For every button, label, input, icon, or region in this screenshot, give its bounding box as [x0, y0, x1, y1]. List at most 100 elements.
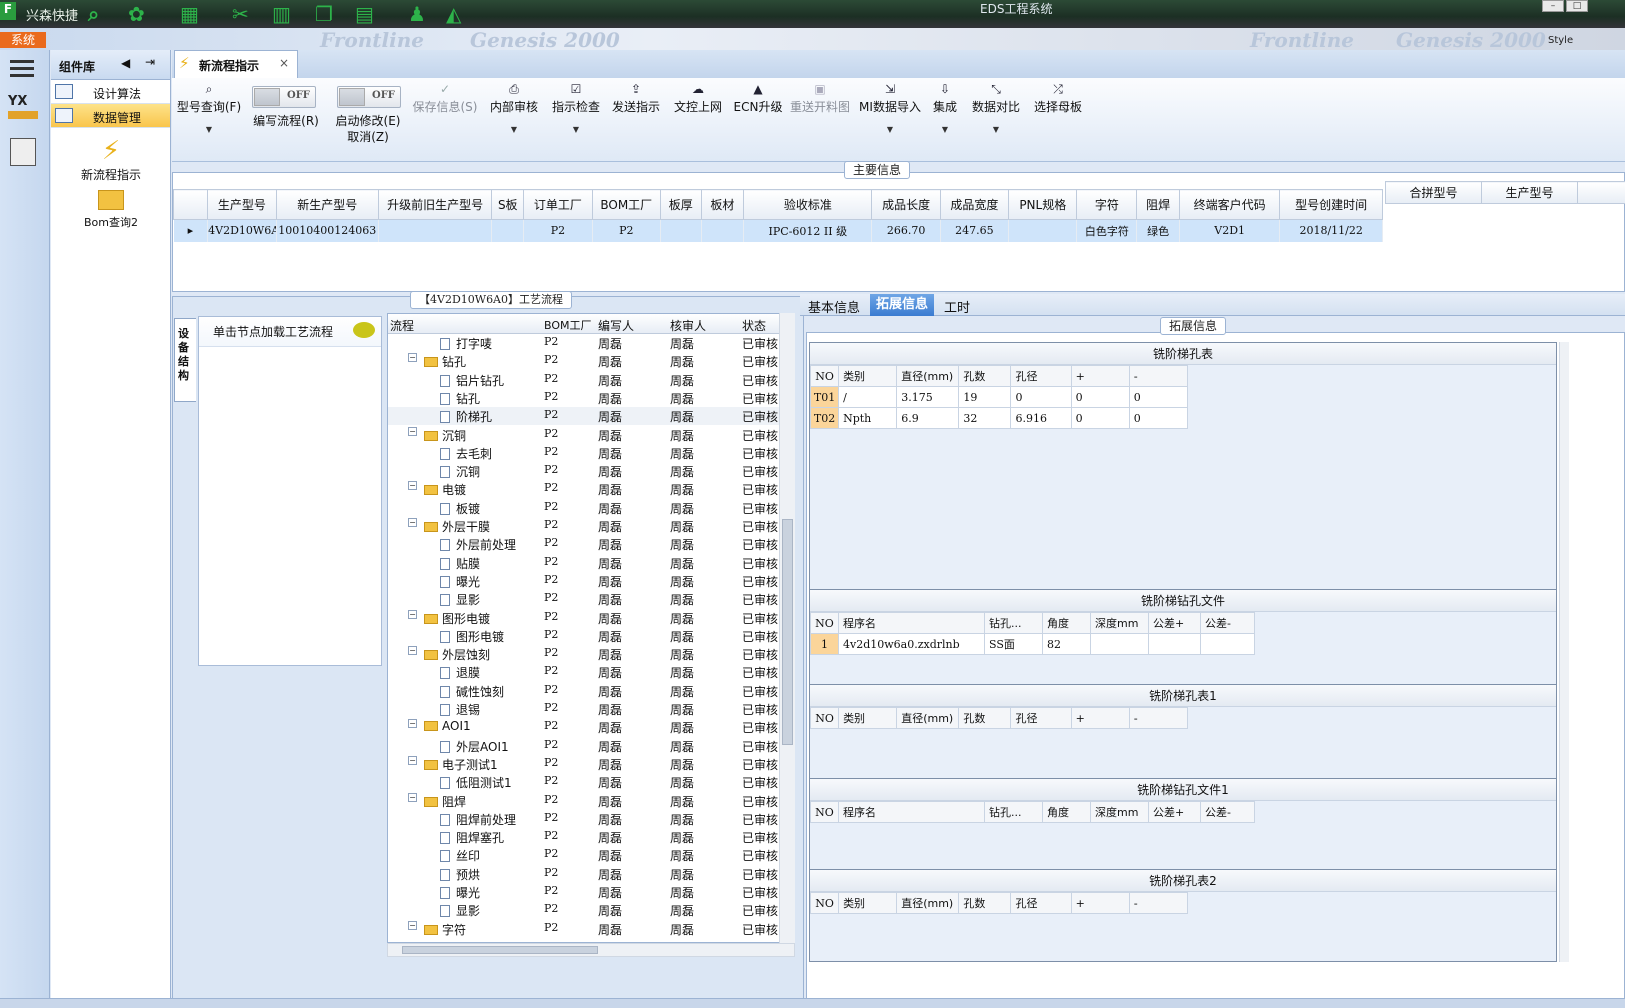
column-header[interactable]: 成品长度	[871, 189, 941, 220]
shortcut-bom-query[interactable]: Bom查询2	[51, 190, 171, 230]
column-header[interactable]: 成品宽度	[939, 189, 1010, 220]
column-header[interactable]: 新生产型号	[275, 189, 380, 220]
column-header[interactable]: 板厚	[659, 189, 702, 220]
column-header[interactable]: 孔径	[1010, 707, 1072, 729]
tree-step-row[interactable]: 丝印 P2 周磊 周磊 已审核	[388, 846, 780, 864]
collapse-icon[interactable]: −	[408, 646, 417, 656]
tree-group-row[interactable]: − 电子测试1 P2 周磊 周磊 已审核	[388, 755, 780, 773]
column-header[interactable]: 深度mm	[1090, 801, 1149, 823]
tree-group-row[interactable]: − 外层干膜 P2 周磊 周磊 已审核	[388, 517, 780, 535]
gear-icon[interactable]: ✿	[128, 2, 145, 26]
column-header[interactable]: 升级前旧生产型号	[378, 189, 493, 220]
column-header[interactable]: 生产型号	[207, 189, 277, 220]
hamburger-menu-icon[interactable]	[10, 56, 34, 81]
column-header[interactable]: -	[1128, 892, 1189, 914]
collapse-icon[interactable]: −	[408, 481, 417, 491]
tree-step-row[interactable]: 阶梯孔 P2 周磊 周磊 已审核	[388, 407, 780, 426]
column-header[interactable]: 孔数	[958, 365, 1012, 387]
column-header[interactable]: PNL规格	[1008, 189, 1078, 220]
tree-group-row[interactable]: − AOI1 P2 周磊 周磊 已审核	[388, 718, 780, 736]
write-flow-toggle[interactable]: OFF	[252, 86, 316, 108]
vertical-scrollbar[interactable]	[779, 313, 795, 943]
column-header[interactable]: 型号创建时间	[1279, 189, 1383, 220]
collapse-left-icon[interactable]: ◀	[121, 56, 130, 70]
component-item-data-mgmt[interactable]: 数据管理	[51, 104, 170, 128]
step-drill-grid-1[interactable]: NO 程序名 钻孔... 角度 深度mm 公差+ 公差-	[810, 801, 1255, 823]
component-item-design-algo[interactable]: 设计算法	[51, 80, 170, 104]
tree-step-row[interactable]: 板镀 P2 周磊 周磊 已审核	[388, 499, 780, 517]
tree-step-row[interactable]: 沉铜 P2 周磊 周磊 已审核	[388, 462, 780, 480]
tree-step-row[interactable]: 阻焊前处理 P2 周磊 周磊 已审核	[388, 810, 780, 828]
tree-group-row[interactable]: − 电镀 P2 周磊 周磊 已审核	[388, 480, 780, 498]
column-header[interactable]: 孔径	[1010, 892, 1072, 914]
horizontal-scrollbar[interactable]	[387, 943, 795, 957]
tree-step-row[interactable]: 打字唛 P2 周磊 周磊 已审核	[388, 334, 780, 352]
tree-step-row[interactable]: 钻孔 P2 周磊 周磊 已审核	[388, 389, 780, 407]
column-header[interactable]: 编写人	[598, 317, 634, 334]
save-button[interactable]: ✓ 保存信息(S)	[410, 82, 480, 115]
resend-button[interactable]: ▣ 重送开料图	[788, 82, 852, 115]
step-drill-grid[interactable]: NO 程序名 钻孔... 角度 深度mm 公差+ 公差- 1 4v2d10w6a0.zxdrln…	[810, 612, 1255, 655]
column-header[interactable]: NO	[809, 365, 840, 387]
column-header[interactable]: +	[1070, 892, 1130, 914]
dock-icon[interactable]: ⇥	[145, 55, 155, 69]
column-header[interactable]: S板	[491, 189, 525, 220]
column-header[interactable]: NO	[809, 707, 840, 729]
column-header[interactable]: 终端客户代码	[1178, 189, 1281, 220]
column-header[interactable]: -	[1128, 365, 1189, 387]
column-header[interactable]: 角度	[1042, 612, 1091, 634]
copy-icon[interactable]: ❐	[315, 2, 333, 26]
table-row[interactable]: T02 Npth 6.9 32 6.916 0 0	[809, 407, 1189, 429]
tab-extended-info[interactable]: 拓展信息	[870, 294, 935, 316]
tree-group-row[interactable]: − 外层蚀刻 P2 周磊 周磊 已审核	[388, 645, 780, 663]
tree-group-row[interactable]: − 钻孔 P2 周磊 周磊 已审核	[388, 352, 780, 370]
system-menu[interactable]: 系统	[0, 32, 46, 48]
column-header[interactable]: 钻孔...	[984, 612, 1043, 634]
table-icon[interactable]: ▤	[355, 2, 374, 26]
scroll-thumb[interactable]	[782, 519, 793, 745]
instr-check-button[interactable]: ☑ 指示检查 ▼	[548, 82, 604, 134]
cancel-button[interactable]: 取消(Z)	[328, 128, 408, 145]
column-header[interactable]: 验收标准	[743, 189, 873, 220]
tree-step-row[interactable]: 显影 P2 周磊 周磊 已审核	[388, 901, 780, 919]
tree-step-row[interactable]: 贴膜 P2 周磊 周磊 已审核	[388, 554, 780, 572]
doc-upload-button[interactable]: ☁ 文控上网	[670, 82, 726, 115]
column-header[interactable]: 孔数	[958, 707, 1012, 729]
tree-step-row[interactable]: 外层AOI1 P2 周磊 周磊 已审核	[388, 737, 780, 755]
column-header[interactable]: 阻焊	[1136, 189, 1180, 220]
user-icon[interactable]: ♟	[408, 2, 426, 26]
collapse-icon[interactable]: −	[408, 518, 417, 527]
tab-basic-info[interactable]: 基本信息	[808, 297, 860, 316]
column-header[interactable]: +	[1070, 707, 1130, 729]
step-hole-grid-2[interactable]: NO 类别 直径(mm) 孔数 孔径 + -	[809, 892, 1189, 914]
column-header[interactable]: 板材	[700, 189, 745, 220]
tree-step-row[interactable]: 铝片钻孔 P2 周磊 周磊 已审核	[388, 371, 780, 389]
column-header[interactable]: NO	[809, 892, 840, 914]
integrate-button[interactable]: ⇩ 集成 ▼	[928, 82, 962, 134]
column-header[interactable]: BOM工厂	[591, 189, 661, 220]
column-header[interactable]: -	[1128, 707, 1189, 729]
tree-group-row[interactable]: − 阻焊 P2 周磊 周磊 已审核	[388, 792, 780, 810]
mi-import-button[interactable]: ⇲ MI数据导入 ▼	[858, 82, 922, 134]
column-header[interactable]: 直径(mm)	[896, 892, 960, 914]
mother-board-button[interactable]: ⤮ 选择母板	[1030, 82, 1086, 115]
tree-step-row[interactable]: 去毛刺 P2 周磊 周磊 已审核	[388, 444, 780, 462]
collapse-icon[interactable]: −	[408, 426, 417, 436]
ecn-button[interactable]: ▲ ECN升级	[730, 82, 786, 115]
yx-module-icon[interactable]: YX	[8, 94, 38, 124]
table-row[interactable]: ▸ 4V2D10W6A0 10010400124063 P2 P2 IPC-60…	[173, 219, 1383, 242]
column-header[interactable]: 公差-	[1200, 801, 1255, 823]
column-header[interactable]: +	[1070, 365, 1130, 387]
tree-step-row[interactable]: 阻焊塞孔 P2 周磊 周磊 已审核	[388, 828, 780, 846]
step-hole-grid[interactable]: NO 类别 直径(mm) 孔数 孔径 + - T01/3.175 19 0 0 0 T02 Npth 6.9…	[809, 365, 1189, 429]
tree-step-row[interactable]: 图形电镀 P2 周磊 周磊 已审核	[388, 627, 780, 645]
table-row[interactable]: T01/3.175 19 0 0 0	[809, 386, 1189, 408]
scissors-icon[interactable]: ✂	[232, 2, 249, 26]
film-icon[interactable]: ▥	[272, 2, 291, 26]
send-button[interactable]: ⇪ 发送指示	[608, 82, 664, 115]
tab-equipment-structure[interactable]: 设备结构	[174, 318, 196, 402]
collapse-icon[interactable]: −	[408, 609, 417, 619]
table-row[interactable]: 1 4v2d10w6a0.zxdrlnb SS面 82	[810, 633, 1255, 655]
column-header[interactable]: 类别	[838, 365, 898, 387]
tree-step-row[interactable]: 低阻测试1 P2 周磊 周磊 已审核	[388, 773, 780, 791]
